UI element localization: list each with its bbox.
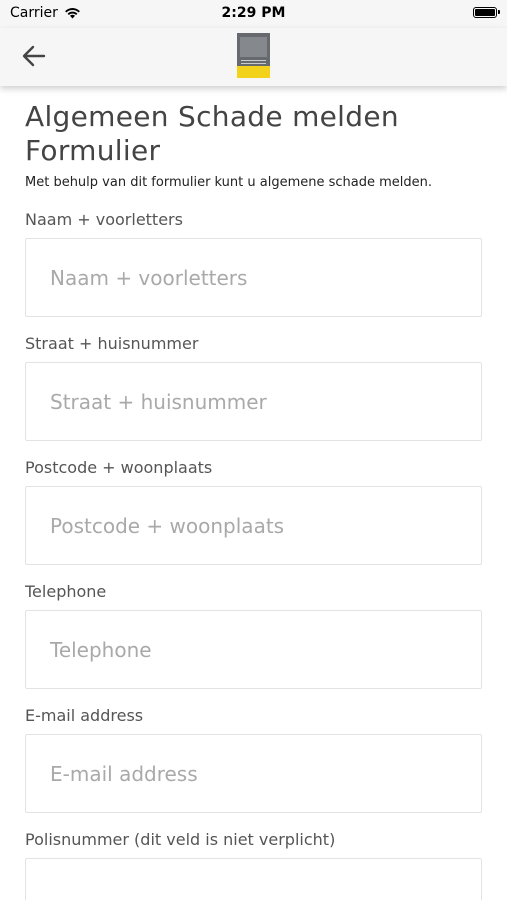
logo-line <box>241 63 266 64</box>
logo-mark <box>240 37 267 57</box>
email-input[interactable] <box>25 734 482 813</box>
field-label: Polisnummer (dit veld is niet verplicht) <box>25 830 336 849</box>
status-bar: Carrier 2:29 PM <box>0 0 507 28</box>
logo-line <box>241 60 266 61</box>
arrow-left-icon <box>22 45 46 67</box>
logo-band <box>237 66 270 78</box>
company-logo <box>237 33 270 78</box>
field-email: E-mail address <box>25 706 482 813</box>
screen: Carrier 2:29 PM Algemeen Schade melden F… <box>0 0 507 900</box>
telephone-input[interactable] <box>25 610 482 689</box>
form-content: Algemeen Schade melden Formulier Met beh… <box>0 86 507 900</box>
navigation-bar <box>0 28 507 86</box>
field-naam: Naam + voorletters <box>25 210 482 317</box>
battery-icon <box>473 7 500 18</box>
page-subtitle: Met behulp van dit formulier kunt u alge… <box>25 175 433 190</box>
field-postcode: Postcode + woonplaats <box>25 458 482 565</box>
field-label: E-mail address <box>25 706 144 725</box>
page-title: Algemeen Schade melden Formulier <box>25 100 399 167</box>
field-telephone: Telephone <box>25 582 482 689</box>
status-time: 2:29 PM <box>221 5 286 21</box>
field-label: Straat + huisnummer <box>25 334 199 353</box>
field-straat: Straat + huisnummer <box>25 334 482 441</box>
field-label: Naam + voorletters <box>25 210 183 229</box>
back-button[interactable] <box>18 40 50 72</box>
field-label: Telephone <box>25 582 107 601</box>
naam-input[interactable] <box>25 238 482 317</box>
field-label: Postcode + woonplaats <box>25 458 213 477</box>
field-polisnummer: Polisnummer (dit veld is niet verplicht) <box>25 830 482 900</box>
straat-input[interactable] <box>25 362 482 441</box>
postcode-input[interactable] <box>25 486 482 565</box>
polisnummer-input[interactable] <box>25 858 482 900</box>
